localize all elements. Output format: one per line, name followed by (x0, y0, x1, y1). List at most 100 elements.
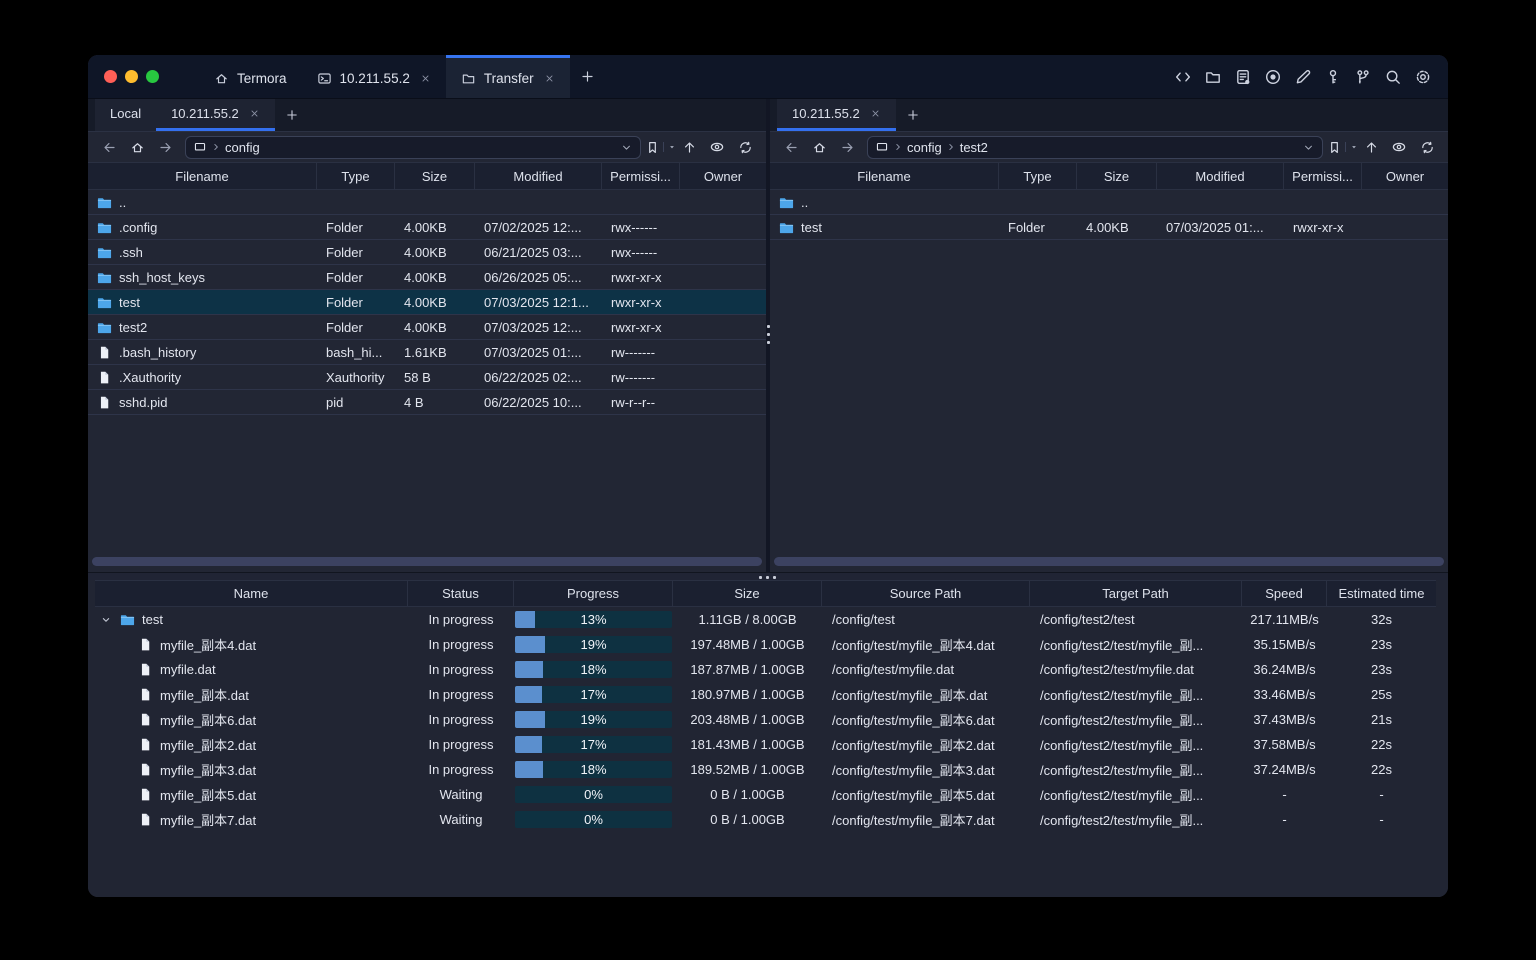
file-row-ssh[interactable]: .ssh Folder 4.00KB 06/21/2025 03:... rwx----… (88, 240, 766, 265)
code-button[interactable] (1173, 67, 1193, 87)
filename-cell: test (88, 295, 317, 310)
file-row-[interactable]: .. (770, 190, 1448, 215)
column-header-type[interactable]: Type (999, 163, 1077, 189)
settings-button[interactable] (1413, 67, 1433, 87)
right-back-button[interactable] (778, 135, 804, 159)
left-horizontal-scrollbar[interactable] (92, 557, 762, 566)
transfer-row-myfile-2-dat[interactable]: myfile_副本2.dat In progress 17% 181.43MB / 1… (95, 732, 1436, 757)
column-header-owner[interactable]: Owner (680, 163, 766, 189)
file-row-xauthority[interactable]: .Xauthority Xauthority 58 B 06/22/2025 02:.… (88, 365, 766, 390)
bookmark-icon (1327, 140, 1342, 155)
left-tab-local[interactable]: Local (95, 99, 157, 131)
folder-button[interactable] (1203, 67, 1223, 87)
file-row-[interactable]: .. (88, 190, 766, 215)
column-header-permissi[interactable]: Permissi... (1284, 163, 1362, 189)
modified-cell: 06/22/2025 10:... (484, 394, 582, 410)
close-icon[interactable] (870, 108, 881, 119)
search-button[interactable] (1383, 67, 1403, 87)
transfer-column-header-status[interactable]: Status (408, 581, 514, 606)
transfer-row-myfile-5-dat[interactable]: myfile_副本5.dat Waiting 0% 0 B / 1.00GB/conf… (95, 782, 1436, 807)
progress-cell: 18% (514, 661, 673, 678)
column-header-size[interactable]: Size (1077, 163, 1157, 189)
transfer-column-header-estimated-time[interactable]: Estimated time (1327, 581, 1436, 606)
window-tab-transfer[interactable]: Transfer (445, 55, 570, 98)
caret-down-icon[interactable] (663, 142, 677, 152)
close-icon[interactable] (420, 73, 431, 84)
chevron-down-icon[interactable] (620, 141, 633, 154)
transfer-column-header-speed[interactable]: Speed (1242, 581, 1327, 606)
left-up-button[interactable] (676, 135, 702, 159)
left-refresh-button[interactable] (732, 135, 758, 159)
right-bookmark-button[interactable] (1330, 135, 1356, 159)
log-button[interactable] (1233, 67, 1253, 87)
window-tab-10-211-55-2[interactable]: 10.211.55.2 (302, 55, 446, 98)
file-row-ssh-host-keys[interactable]: ssh_host_keys Folder 4.00KB 06/26/2025 05:.… (88, 265, 766, 290)
right-path-breadcrumb[interactable]: config test2 (867, 135, 1323, 159)
right-home-button[interactable] (806, 135, 832, 159)
chevron-down-icon[interactable] (1302, 141, 1315, 154)
right-forward-button[interactable] (834, 135, 860, 159)
minimize-window-button[interactable] (125, 70, 138, 83)
left-new-tab-button[interactable] (275, 99, 309, 131)
transfer-column-header-target-path[interactable]: Target Path (1030, 581, 1242, 606)
window-tab-termora[interactable]: Termora (199, 55, 302, 98)
column-header-permissi[interactable]: Permissi... (602, 163, 680, 189)
column-header-filename[interactable]: Filename (770, 163, 999, 189)
column-header-modified[interactable]: Modified (1157, 163, 1284, 189)
column-header-type[interactable]: Type (317, 163, 395, 189)
file-row-bash-history[interactable]: .bash_history bash_hi... 1.61KB 07/03/2025 … (88, 340, 766, 365)
key-button[interactable] (1323, 67, 1343, 87)
left-bookmark-button[interactable] (648, 135, 674, 159)
transfer-row-myfile-7-dat[interactable]: myfile_副本7.dat Waiting 0% 0 B / 1.00GB/conf… (95, 807, 1436, 832)
progress-bar: 13% (515, 611, 672, 628)
edit-button[interactable] (1293, 67, 1313, 87)
close-window-button[interactable] (104, 70, 117, 83)
transfer-column-header-progress[interactable]: Progress (514, 581, 673, 606)
zoom-window-button[interactable] (146, 70, 159, 83)
record-button[interactable] (1263, 67, 1283, 87)
path-segment[interactable]: config (907, 140, 942, 155)
column-header-modified[interactable]: Modified (475, 163, 602, 189)
file-row-test[interactable]: test Folder 4.00KB 07/03/2025 01:... rwxr-xr… (770, 215, 1448, 240)
left-forward-button[interactable] (152, 135, 178, 159)
estimated-time-cell: 32s (1371, 612, 1392, 627)
transfer-column-header-name[interactable]: Name (95, 581, 408, 606)
right-new-tab-button[interactable] (896, 99, 930, 131)
left-tab-10-211-55-2[interactable]: 10.211.55.2 (156, 99, 275, 131)
file-row-sshd-pid[interactable]: sshd.pid pid 4 B 06/22/2025 10:... rw-r--r-- (88, 390, 766, 415)
right-horizontal-scrollbar[interactable] (774, 557, 1444, 566)
transfer-column-header-source-path[interactable]: Source Path (822, 581, 1030, 606)
right-refresh-button[interactable] (1414, 135, 1440, 159)
file-row-test2[interactable]: test2 Folder 4.00KB 07/03/2025 12:... rwxr-x… (88, 315, 766, 340)
transfer-row-myfile-6-dat[interactable]: myfile_副本6.dat In progress 19% 203.48MB / 1… (95, 707, 1436, 732)
right-toggle-hidden-button[interactable] (1386, 135, 1412, 159)
column-header-filename[interactable]: Filename (88, 163, 317, 189)
close-icon[interactable] (544, 73, 555, 84)
caret-down-icon[interactable] (1345, 142, 1359, 152)
transfer-row-myfile-dat[interactable]: myfile.dat In progress 18% 187.87MB / 1.00G… (95, 657, 1436, 682)
transfer-row-myfile-dat[interactable]: myfile_副本.dat In progress 17% 180.97MB / 1.… (95, 682, 1436, 707)
transfer-row-myfile-3-dat[interactable]: myfile_副本3.dat In progress 18% 189.52MB / 1… (95, 757, 1436, 782)
left-path-breadcrumb[interactable]: config (185, 135, 641, 159)
expander-chevron-icon[interactable] (99, 613, 113, 627)
right-tab-10-211-55-2[interactable]: 10.211.55.2 (777, 99, 896, 131)
column-header-owner[interactable]: Owner (1362, 163, 1448, 189)
new-window-tab-button[interactable] (570, 55, 606, 98)
window-controls (88, 55, 173, 98)
path-segment[interactable]: config (225, 140, 260, 155)
close-icon[interactable] (249, 108, 260, 119)
right-up-button[interactable] (1358, 135, 1384, 159)
left-back-button[interactable] (96, 135, 122, 159)
column-header-size[interactable]: Size (395, 163, 475, 189)
file-row-config[interactable]: .config Folder 4.00KB 07/02/2025 12:... rwx-… (88, 215, 766, 240)
transfer-row-myfile-4-dat[interactable]: myfile_副本4.dat In progress 19% 197.48MB / 1… (95, 632, 1436, 657)
transfer-column-header-size[interactable]: Size (673, 581, 822, 606)
left-toggle-hidden-button[interactable] (704, 135, 730, 159)
transfer-row-test[interactable]: test In progress 13% 1.11GB / 8.00GB/config… (95, 607, 1436, 632)
path-segment[interactable]: test2 (960, 140, 988, 155)
keychain-button[interactable] (1353, 67, 1373, 87)
left-home-button[interactable] (124, 135, 150, 159)
file-fill-icon (138, 787, 153, 802)
transfer-splitter[interactable] (88, 572, 1448, 580)
file-row-test[interactable]: test Folder 4.00KB 07/03/2025 12:1... rwxr-x… (88, 290, 766, 315)
